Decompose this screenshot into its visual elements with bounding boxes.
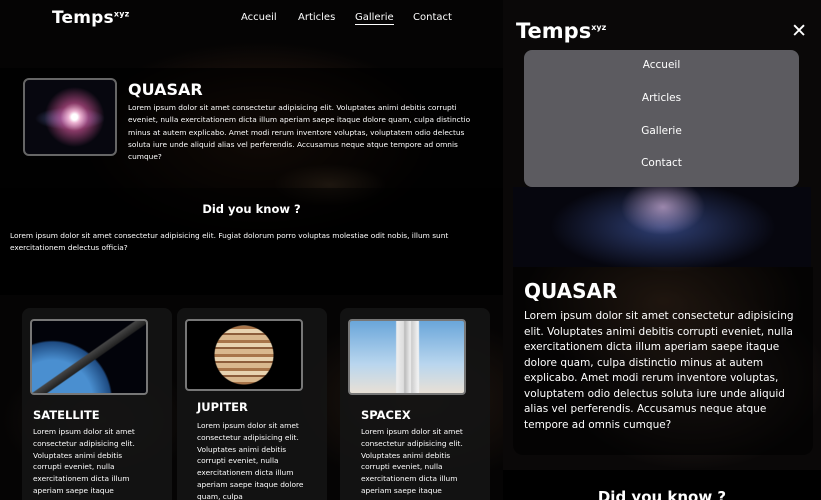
jupiter-image bbox=[185, 319, 303, 391]
navbar: Tempsxyz Accueil Articles Gallerie Conta… bbox=[0, 0, 503, 40]
card-jupiter[interactable]: JUPITER Lorem ipsum dolor sit amet conse… bbox=[177, 308, 327, 500]
card-text: Lorem ipsum dolor sit amet consectetur a… bbox=[361, 427, 463, 495]
nav-link-gallerie[interactable]: Gallerie bbox=[355, 12, 413, 25]
card-title: JUPITER bbox=[197, 400, 248, 414]
nav-links: Accueil Articles Gallerie Contact bbox=[241, 12, 452, 25]
card-text: Lorem ipsum dolor sit amet consectetur a… bbox=[197, 421, 304, 500]
mobile-did-you-know-section: Did you know ? bbox=[503, 470, 821, 500]
card-spacex[interactable]: SPACEX Lorem ipsum dolor sit amet consec… bbox=[340, 308, 490, 500]
satellite-image bbox=[30, 319, 148, 395]
mobile-quasar-section: QUASAR Lorem ipsum dolor sit amet consec… bbox=[513, 267, 813, 455]
quasar-image bbox=[23, 78, 117, 156]
mobile-menu-item-articles[interactable]: Articles bbox=[524, 92, 799, 104]
did-you-know-section: Did you know ? Lorem ipsum dolor sit ame… bbox=[0, 188, 503, 295]
card-text: Lorem ipsum dolor sit amet consectetur a… bbox=[33, 427, 135, 495]
quasar-text: Lorem ipsum dolor sit amet consectetur a… bbox=[524, 310, 794, 431]
nav-link-accueil[interactable]: Accueil bbox=[241, 12, 298, 23]
did-you-know-text: Lorem ipsum dolor sit amet consectetur a… bbox=[10, 231, 449, 252]
mobile-view: Tempsxyz ✕ Accueil Articles Gallerie Con… bbox=[503, 0, 821, 500]
nav-link-gallerie-label: Gallerie bbox=[355, 12, 394, 25]
mobile-logo[interactable]: Tempsxyz bbox=[516, 19, 606, 43]
close-icon[interactable]: ✕ bbox=[791, 20, 807, 42]
quasar-image bbox=[513, 187, 811, 267]
logo-sup: xyz bbox=[113, 9, 130, 19]
did-you-know-title: Did you know ? bbox=[597, 488, 727, 500]
quasar-title: QUASAR bbox=[524, 279, 618, 303]
nav-link-contact[interactable]: Contact bbox=[413, 12, 452, 23]
nav-link-articles[interactable]: Articles bbox=[298, 12, 355, 23]
quasar-section: QUASAR Lorem ipsum dolor sit amet consec… bbox=[0, 68, 503, 188]
logo[interactable]: Tempsxyz bbox=[52, 8, 130, 28]
logo-sup: xyz bbox=[591, 23, 607, 32]
spacex-image bbox=[348, 319, 466, 395]
card-satellite[interactable]: SATELLITE Lorem ipsum dolor sit amet con… bbox=[22, 308, 172, 500]
quasar-title: QUASAR bbox=[128, 80, 203, 99]
mobile-menu: Accueil Articles Gallerie Contact bbox=[524, 50, 799, 187]
mobile-menu-item-accueil[interactable]: Accueil bbox=[524, 59, 799, 71]
card-title: SPACEX bbox=[361, 408, 411, 422]
card-title: SATELLITE bbox=[33, 408, 100, 422]
mobile-menu-item-gallerie[interactable]: Gallerie bbox=[524, 125, 799, 137]
desktop-view: Tempsxyz Accueil Articles Gallerie Conta… bbox=[0, 0, 503, 500]
mobile-menu-item-contact[interactable]: Contact bbox=[524, 157, 799, 169]
quasar-text: Lorem ipsum dolor sit amet consectetur a… bbox=[128, 103, 471, 162]
logo-text: Temps bbox=[52, 8, 114, 28]
did-you-know-title: Did you know ? bbox=[202, 202, 301, 216]
logo-text: Temps bbox=[516, 19, 592, 43]
